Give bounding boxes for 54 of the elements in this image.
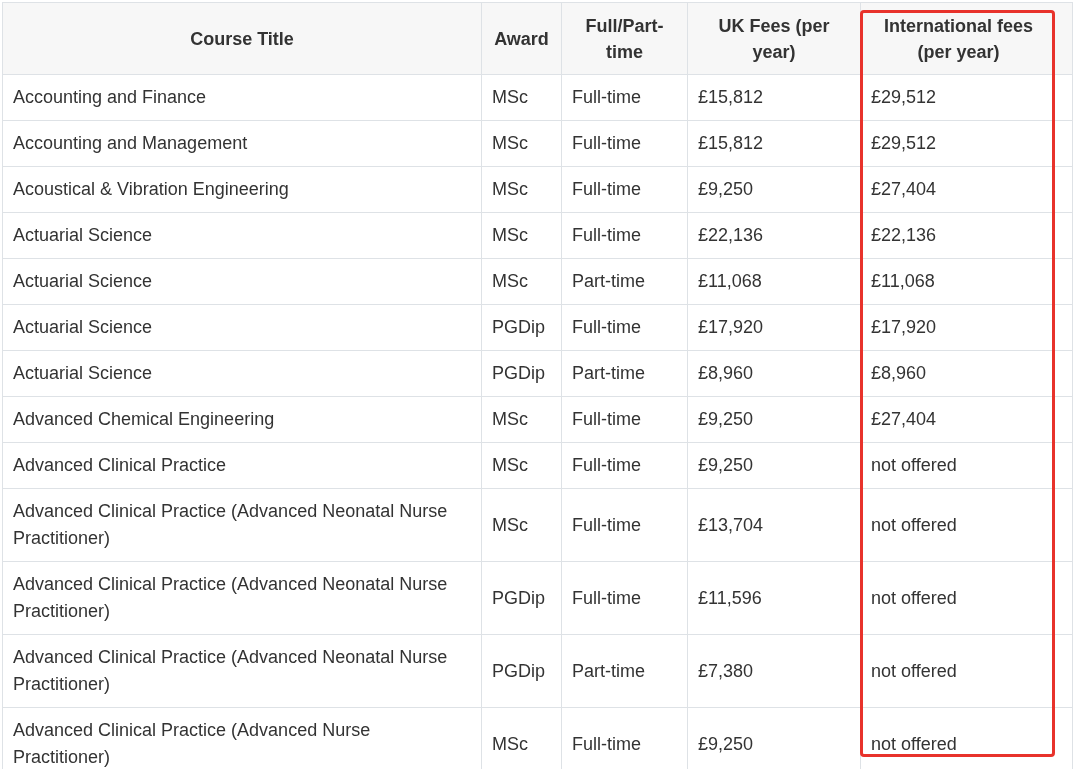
- table-cell: not offered: [860, 488, 1073, 562]
- table-cell: £27,404: [860, 166, 1073, 213]
- table-cell: Actuarial Science: [2, 350, 482, 397]
- table-cell: £27,404: [860, 396, 1073, 443]
- table-cell: Full-time: [561, 488, 688, 562]
- table-cell: £22,136: [860, 212, 1073, 259]
- table-cell: Full-time: [561, 561, 688, 635]
- table-cell: Part-time: [561, 350, 688, 397]
- column-header: Award: [481, 2, 562, 75]
- table-cell: Actuarial Science: [2, 212, 482, 259]
- column-header: Course Title: [2, 2, 482, 75]
- table-cell: Part-time: [561, 258, 688, 305]
- table-cell: MSc: [481, 442, 562, 489]
- table-cell: MSc: [481, 212, 562, 259]
- table-cell: Advanced Chemical Engineering: [2, 396, 482, 443]
- table-cell: MSc: [481, 120, 562, 167]
- table-cell: Full-time: [561, 166, 688, 213]
- table-cell: MSc: [481, 396, 562, 443]
- table-cell: not offered: [860, 634, 1073, 708]
- table-cell: Full-time: [561, 396, 688, 443]
- table-cell: Full-time: [561, 304, 688, 351]
- table-cell: Full-time: [561, 442, 688, 489]
- table-cell: Full-time: [561, 212, 688, 259]
- table-cell: PGDip: [481, 350, 562, 397]
- table-cell: £11,068: [860, 258, 1073, 305]
- column-header: International fees (per year): [860, 2, 1073, 75]
- table-cell: £8,960: [860, 350, 1073, 397]
- column-header: Full/Part-time: [561, 2, 688, 75]
- table-cell: Part-time: [561, 634, 688, 708]
- table-cell: MSc: [481, 258, 562, 305]
- table-cell: Full-time: [561, 120, 688, 167]
- table-cell: £17,920: [860, 304, 1073, 351]
- table-cell: Actuarial Science: [2, 304, 482, 351]
- table-cell: Advanced Clinical Practice (Advanced Neonatal Nurse Practitioner): [2, 634, 482, 708]
- table-cell: PGDip: [481, 634, 562, 708]
- table-cell: Advanced Clinical Practice (Advanced Nurse Practitioner): [2, 707, 482, 769]
- table-cell: PGDip: [481, 304, 562, 351]
- table-cell: Accounting and Finance: [2, 74, 482, 121]
- table-cell: Advanced Clinical Practice (Advanced Neonatal Nurse Practitioner): [2, 561, 482, 635]
- table-cell: MSc: [481, 488, 562, 562]
- table-cell: Acoustical & Vibration Engineering: [2, 166, 482, 213]
- table-cell: MSc: [481, 166, 562, 213]
- column-header: UK Fees (per year): [687, 2, 861, 75]
- table-cell: Advanced Clinical Practice: [2, 442, 482, 489]
- table-cell: not offered: [860, 561, 1073, 635]
- table-cell: PGDip: [481, 561, 562, 635]
- table-cell: Actuarial Science: [2, 258, 482, 305]
- table-cell: £29,512: [860, 120, 1073, 167]
- table-cell: Advanced Clinical Practice (Advanced Neonatal Nurse Practitioner): [2, 488, 482, 562]
- table-cell: Full-time: [561, 74, 688, 121]
- table-cell: Accounting and Management: [2, 120, 482, 167]
- table-cell: not offered: [860, 442, 1073, 489]
- table-cell: MSc: [481, 74, 562, 121]
- table-cell: £29,512: [860, 74, 1073, 121]
